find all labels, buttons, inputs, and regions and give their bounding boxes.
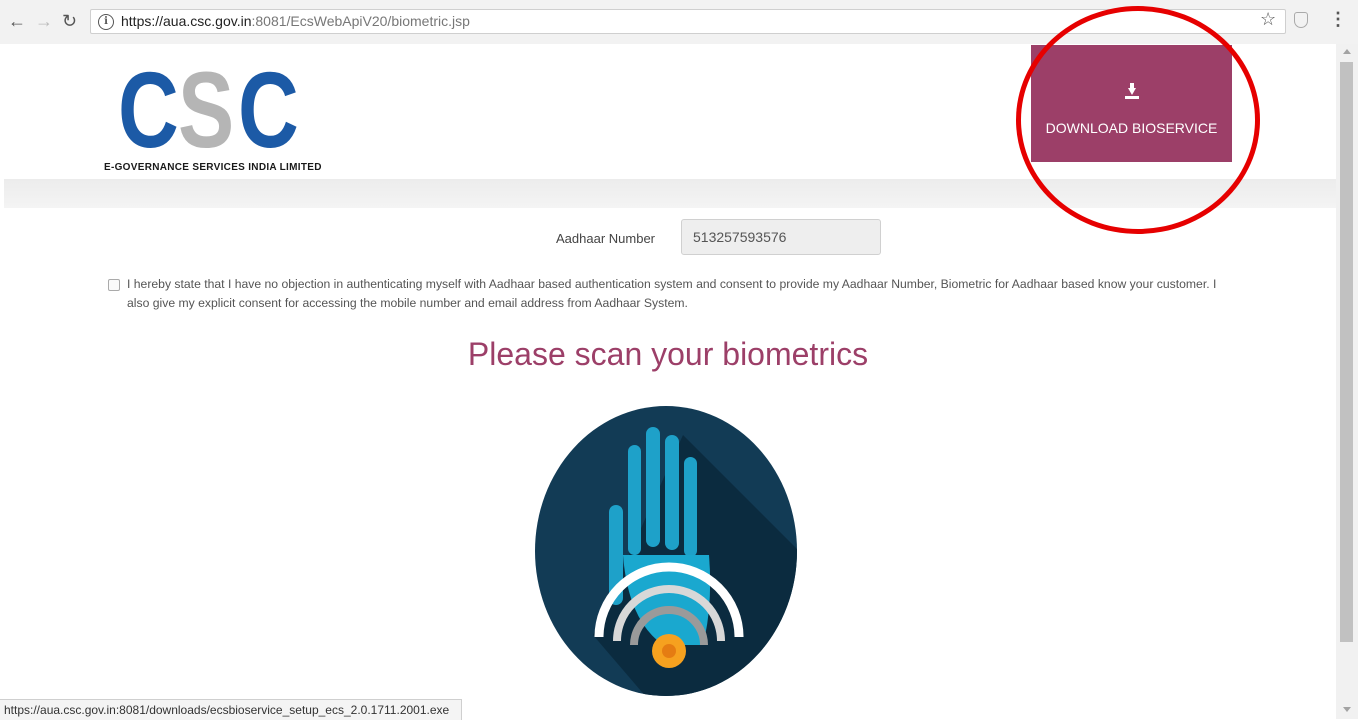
logo-letter-c1: C xyxy=(118,49,179,170)
download-bioservice-button[interactable]: DOWNLOAD BIOSERVICE xyxy=(1031,45,1232,162)
scroll-up-arrow-icon[interactable] xyxy=(1343,49,1351,54)
url-path: :8081/EcsWebApiV20/biometric.jsp xyxy=(251,13,470,29)
aadhaar-number-input[interactable]: 513257593576 xyxy=(681,219,881,255)
logo-letter-c2: C xyxy=(238,49,299,170)
scroll-down-arrow-icon[interactable] xyxy=(1343,707,1351,712)
download-bioservice-label: DOWNLOAD BIOSERVICE xyxy=(1045,120,1218,136)
download-icon xyxy=(1124,83,1139,101)
back-arrow-icon[interactable]: ← xyxy=(8,10,26,32)
bookmark-star-icon[interactable]: ☆ xyxy=(1260,9,1276,30)
csc-logo: C S C E-GOVERNANCE SERVICES INDIA LIMITE… xyxy=(104,49,321,180)
consent-checkbox[interactable] xyxy=(108,279,120,291)
logo-letter-s: S xyxy=(178,49,234,170)
scan-heading: Please scan your biometrics xyxy=(467,336,869,372)
scroll-thumb[interactable] xyxy=(1340,62,1353,642)
aadhaar-number-label: Aadhaar Number xyxy=(556,231,655,246)
forward-arrow-icon[interactable]: → xyxy=(35,10,53,32)
logo-tagline: E-GOVERNANCE SERVICES INDIA LIMITED xyxy=(104,162,322,173)
status-bar-url: https://aua.csc.gov.in:8081/downloads/ec… xyxy=(0,699,463,720)
browser-menu-icon[interactable]: ⋮ xyxy=(1329,9,1347,30)
reload-icon[interactable]: ↻ xyxy=(62,10,77,32)
logo-letters: C S C xyxy=(118,49,299,170)
url-domain: https://aua.csc.gov.in xyxy=(121,13,252,29)
consent-text: I hereby state that I have no objection … xyxy=(127,277,1217,310)
extension-icon[interactable] xyxy=(1294,12,1308,28)
browser-toolbar: ← → ↻ i https://aua.csc.gov.in:8081/EcsW… xyxy=(0,0,1358,45)
header-divider-band xyxy=(4,179,1336,208)
page-scrollbar[interactable] xyxy=(1336,44,1358,719)
biometric-hand-icon xyxy=(535,406,797,696)
url-text[interactable]: https://aua.csc.gov.in:8081/EcsWebApiV20… xyxy=(121,13,470,29)
info-icon[interactable]: i xyxy=(98,14,114,30)
address-bar[interactable]: i https://aua.csc.gov.in:8081/EcsWebApiV… xyxy=(90,9,1286,34)
